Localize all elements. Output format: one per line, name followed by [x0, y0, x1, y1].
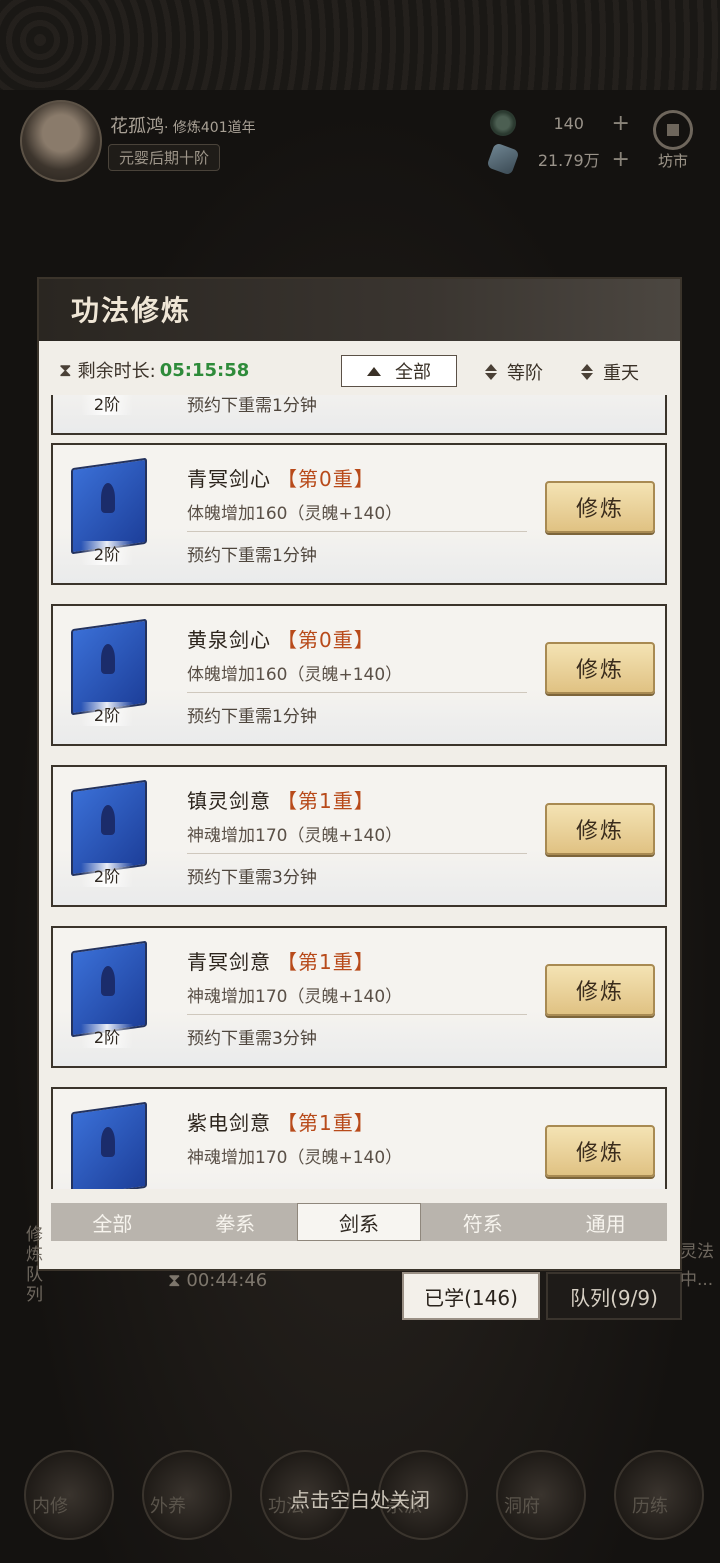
realm-badge: 元婴后期十阶	[108, 144, 221, 171]
add-jade-button[interactable]: +	[612, 111, 630, 136]
skill-book-icon	[71, 1101, 151, 1189]
skill-name: 紫电剑意	[187, 1111, 271, 1135]
resource-spirit-stone: 21.79万 +	[486, 142, 630, 176]
skill-level: 【第1重】	[277, 789, 375, 813]
skill-card: 2阶 青冥剑心 【第0重】 体魄增加160（灵魄+140） 预约下重需1分钟 修炼	[51, 443, 667, 585]
skill-name: 青冥剑意	[187, 950, 271, 974]
skill-name-row: 黄泉剑心 【第0重】	[187, 624, 375, 653]
side-right-line-1: 灵法	[680, 1242, 714, 1262]
skill-list[interactable]: 2阶 预约下重需1分钟 2阶 青冥剑心 【第0重】 体魄增加160（灵魄+140）…	[51, 395, 669, 1189]
skill-name: 黄泉剑心	[187, 628, 271, 652]
cultivation-years: · 修炼401道年	[164, 120, 256, 136]
filter-dropdown[interactable]: 全部	[341, 355, 457, 387]
train-button[interactable]: 修炼	[545, 481, 655, 533]
tab-general[interactable]: 通用	[544, 1203, 667, 1241]
tier-label: 2阶	[81, 395, 133, 415]
skill-note: 预约下重需1分钟	[187, 546, 317, 566]
skill-effect: 体魄增加160（灵魄+140）	[187, 504, 403, 524]
skill-effect: 体魄增加160（灵魄+140）	[187, 665, 403, 685]
skill-effect: 神魂增加170（灵魄+140）	[187, 826, 403, 846]
coin-icon	[653, 110, 693, 150]
train-button[interactable]: 修炼	[545, 803, 655, 855]
skill-note: 预约下重需1分钟	[187, 396, 317, 416]
tab-sword[interactable]: 剑系	[296, 1203, 422, 1241]
skill-name-row: 青冥剑意 【第1重】	[187, 946, 375, 975]
skill-card: 2阶 青冥剑意 【第1重】 神魂增加170（灵魄+140） 预约下重需3分钟 修炼	[51, 926, 667, 1068]
divider	[187, 531, 527, 532]
side-right-line-2: 中...	[680, 1270, 714, 1290]
player-name-row: 花孤鸿· 修炼401道年	[110, 112, 256, 138]
train-button[interactable]: 修炼	[545, 964, 655, 1016]
skill-card: 2阶 黄泉剑心 【第0重】 体魄增加160（灵魄+140） 预约下重需1分钟 修炼	[51, 604, 667, 746]
skill-name-row: 镇灵剑意 【第1重】	[187, 785, 375, 814]
skill-name: 镇灵剑意	[187, 789, 271, 813]
resource-value: 140	[553, 113, 584, 133]
remaining-label: 剩余时长:	[77, 361, 156, 382]
queue-timer: ⧗ 00:44:46	[168, 1270, 267, 1291]
market-label: 坊市	[657, 152, 688, 170]
side-label-left: 修炼队列	[26, 1225, 43, 1305]
resource-value: 21.79万	[537, 151, 600, 170]
learned-button[interactable]: 已学(146)	[402, 1272, 540, 1320]
skill-note: 预约下重需1分钟	[187, 707, 317, 727]
skill-name-row: 青冥剑心 【第0重】	[187, 463, 375, 492]
skill-training-panel: 功法修炼 ⧗ 剩余时长: 05:15:58 全部 等阶 重天 2阶 预约下重需1…	[39, 279, 680, 1269]
queue-timer-value: 00:44:46	[186, 1270, 268, 1291]
tier-label: 2阶	[81, 541, 133, 565]
sort-by-layer-button[interactable]: 重天	[581, 359, 639, 385]
skill-card: 2阶 镇灵剑意 【第1重】 神魂增加170（灵魄+140） 预约下重需3分钟 修炼	[51, 765, 667, 907]
jade-icon	[490, 110, 516, 136]
triangle-up-icon	[367, 366, 381, 376]
filter-label: 全部	[395, 362, 431, 383]
queue-button[interactable]: 队列(9/9)	[546, 1272, 682, 1320]
divider	[187, 692, 527, 693]
category-tabs: 全部 拳系 剑系 符系 通用	[51, 1203, 667, 1241]
sort-icon	[485, 364, 497, 380]
tab-fist[interactable]: 拳系	[174, 1203, 297, 1241]
skill-level: 【第0重】	[277, 467, 375, 491]
sort-layer-label: 重天	[603, 363, 639, 384]
spirit-stone-icon	[486, 142, 520, 176]
skill-name-row: 紫电剑意 【第1重】	[187, 1107, 375, 1136]
sort-by-tier-button[interactable]: 等阶	[485, 359, 543, 385]
remaining-time-row: ⧗ 剩余时长: 05:15:58	[59, 357, 249, 383]
side-label-right: 灵法 中...	[680, 1238, 714, 1294]
divider	[187, 1014, 527, 1015]
add-spirit-stone-button[interactable]: +	[612, 147, 630, 172]
tier-label: 2阶	[81, 702, 133, 726]
sort-tier-label: 等阶	[507, 363, 543, 384]
hourglass-icon: ⧗	[59, 359, 72, 381]
train-button[interactable]: 修炼	[545, 1125, 655, 1177]
train-button[interactable]: 修炼	[545, 642, 655, 694]
tier-label: 2阶	[81, 1024, 133, 1048]
skill-level: 【第0重】	[277, 628, 375, 652]
skill-level: 【第1重】	[277, 1111, 375, 1135]
resource-jade: 140 +	[490, 108, 630, 138]
remaining-time: 05:15:58	[159, 359, 250, 381]
divider	[187, 853, 527, 854]
tab-talisman[interactable]: 符系	[421, 1203, 544, 1241]
skill-effect: 神魂增加170（灵魄+140）	[187, 987, 403, 1007]
panel-title: 功法修炼	[71, 294, 192, 327]
close-hint[interactable]: 点击空白处关闭	[0, 1484, 720, 1513]
hourglass-icon: ⧗	[168, 1270, 181, 1291]
top-decoration	[0, 0, 720, 90]
skill-note: 预约下重需3分钟	[187, 868, 317, 888]
skill-card: 紫电剑意 【第1重】 神魂增加170（灵魄+140） 修炼	[51, 1087, 667, 1189]
sort-icon	[581, 364, 593, 380]
tab-all[interactable]: 全部	[51, 1203, 174, 1241]
skill-effect: 神魂增加170（灵魄+140）	[187, 1148, 403, 1168]
skill-name: 青冥剑心	[187, 467, 271, 491]
skill-note: 预约下重需3分钟	[187, 1029, 317, 1049]
skill-card: 2阶 预约下重需1分钟	[51, 395, 667, 435]
skill-level: 【第1重】	[277, 950, 375, 974]
tier-label: 2阶	[81, 863, 133, 887]
market-button[interactable]: 坊市	[646, 110, 700, 174]
player-name: 花孤鸿	[110, 116, 164, 137]
avatar[interactable]	[20, 100, 102, 182]
